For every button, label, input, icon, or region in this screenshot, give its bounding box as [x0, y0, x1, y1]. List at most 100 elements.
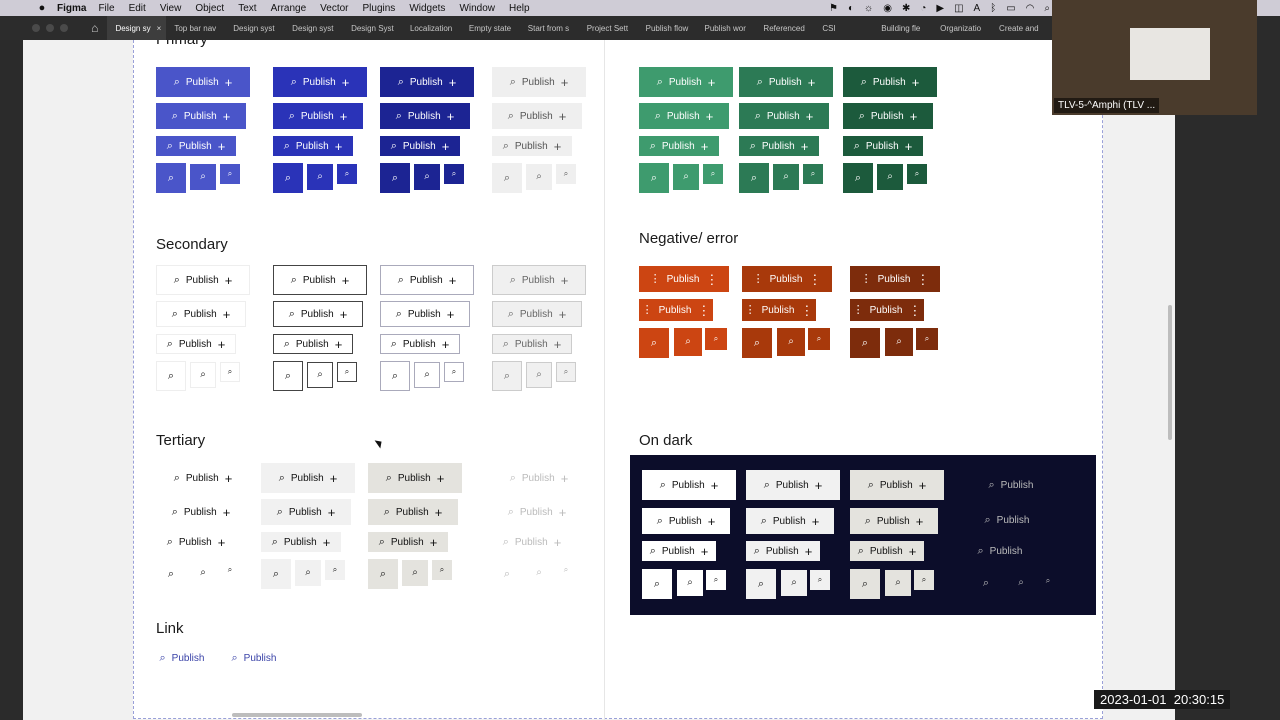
tab[interactable]: Project Sett	[579, 16, 638, 40]
menu-edit[interactable]: Edit	[129, 3, 146, 14]
status-icon[interactable]: ◔	[920, 3, 926, 14]
publish-button[interactable]: ⌕ Publish +	[156, 301, 246, 327]
publish-button[interactable]: ⌕ Publish	[976, 472, 1046, 498]
publish-button[interactable]: ⌕ Publish +	[492, 463, 586, 493]
publish-button[interactable]: ⌕	[526, 164, 552, 190]
publish-button[interactable]: ⌕ Publish +	[492, 532, 572, 552]
publish-button[interactable]: ⌕	[843, 163, 873, 193]
tab[interactable]: CSI	[814, 16, 873, 40]
publish-button[interactable]: ⌕	[742, 328, 772, 358]
menu-window[interactable]: Window	[459, 3, 495, 14]
publish-button[interactable]: ⌕ Publish +	[492, 265, 586, 295]
publish-button[interactable]: ⌕	[746, 569, 776, 599]
publish-button[interactable]: ⌕ Publish +	[843, 136, 923, 156]
publish-button[interactable]: ⌕ Publish +	[368, 532, 448, 552]
publish-button[interactable]: ⌕ Publish +	[261, 499, 351, 525]
publish-button[interactable]: ⌕ Publish +	[380, 265, 474, 295]
publish-button[interactable]: ⌕ Publish +	[850, 508, 938, 534]
publish-button[interactable]: ⌕ Publish +	[273, 301, 363, 327]
publish-button[interactable]: ⌕	[492, 163, 522, 193]
publish-button[interactable]: ⌕ Publish +	[273, 67, 367, 97]
publish-button[interactable]: ⋮ Publish ⋮	[742, 266, 832, 292]
publish-button[interactable]: ⌕	[1009, 571, 1033, 595]
status-icon[interactable]: ◫	[954, 3, 963, 14]
publish-button[interactable]: ⌕ Publish +	[273, 136, 353, 156]
publish-button[interactable]: ⌕ Publish +	[746, 541, 820, 561]
publish-button[interactable]: ⌕	[190, 164, 216, 190]
publish-button[interactable]: ⌕ Publish +	[843, 67, 937, 97]
tab[interactable]: Publish wor	[697, 16, 756, 40]
publish-button[interactable]: ⌕	[739, 163, 769, 193]
publish-button[interactable]: ⌕	[307, 164, 333, 190]
publish-button[interactable]: ⌕	[810, 570, 830, 590]
menu-view[interactable]: View	[160, 3, 182, 14]
publish-button[interactable]: ⌕	[885, 328, 913, 356]
minimize-window-button[interactable]	[46, 24, 54, 32]
publish-button[interactable]: ⌕ Publish +	[492, 103, 582, 129]
publish-button[interactable]: ⌕	[556, 164, 576, 184]
publish-button[interactable]: ⌕ Publish +	[273, 334, 353, 354]
publish-button[interactable]: ⌕ Publish	[970, 541, 1030, 561]
publish-button[interactable]: ⌕	[677, 570, 703, 596]
app-name[interactable]: Figma	[57, 3, 86, 14]
publish-button[interactable]: ⌕ Publish +	[156, 265, 250, 295]
publish-button[interactable]: ⌕	[907, 164, 927, 184]
status-icon[interactable]: A	[974, 3, 981, 14]
publish-button[interactable]: ⌕ Publish +	[746, 470, 840, 500]
publish-button[interactable]: ⌕	[220, 164, 240, 184]
status-icon[interactable]: ◉	[883, 3, 892, 14]
menu-widgets[interactable]: Widgets	[409, 3, 445, 14]
search-icon[interactable]: ⌕	[1044, 3, 1050, 14]
publish-button[interactable]: ⌕	[916, 328, 938, 350]
publish-button[interactable]: ⌕	[914, 570, 934, 590]
status-icon[interactable]: ▶	[936, 3, 944, 14]
publish-button[interactable]: ⌕	[444, 164, 464, 184]
publish-button[interactable]: ⋮ Publish ⋮	[850, 266, 940, 292]
publish-button[interactable]: ⌕ Publish +	[380, 103, 470, 129]
publish-button[interactable]: ⌕ Publish +	[380, 334, 460, 354]
publish-button[interactable]: ⌕	[414, 362, 440, 388]
publish-button[interactable]: ⌕	[380, 163, 410, 193]
publish-link[interactable]: ⌕ Publish	[224, 648, 284, 668]
publish-button[interactable]: ⌕	[973, 570, 999, 596]
tab[interactable]: Referenced	[755, 16, 814, 40]
publish-button[interactable]: ⌕	[808, 328, 830, 350]
publish-button[interactable]: ⌕	[273, 163, 303, 193]
battery-icon[interactable]: ▭	[1006, 3, 1015, 14]
publish-button[interactable]: ⌕	[368, 559, 398, 589]
publish-button[interactable]: ⌕	[639, 163, 669, 193]
publish-button[interactable]: ⌕ Publish +	[746, 508, 834, 534]
publish-button[interactable]: ⌕	[295, 560, 321, 586]
publish-button[interactable]: ⌕ Publish +	[639, 67, 733, 97]
publish-button[interactable]: ⌕	[492, 361, 522, 391]
publish-button[interactable]: ⌕ Publish +	[273, 265, 367, 295]
publish-button[interactable]: ⋮ Publish ⋮	[639, 299, 713, 321]
publish-button[interactable]: ⌕	[642, 569, 672, 599]
publish-button[interactable]: ⌕ Publish +	[739, 103, 829, 129]
close-window-button[interactable]	[32, 24, 40, 32]
publish-button[interactable]: ⌕	[220, 362, 240, 382]
publish-button[interactable]: ⌕ Publish +	[492, 301, 582, 327]
publish-button[interactable]: ⌕ Publish +	[850, 541, 924, 561]
publish-button[interactable]: ⌕	[777, 328, 805, 356]
tab[interactable]: Building fle	[873, 16, 932, 40]
status-icon[interactable]: ✱	[902, 3, 910, 14]
publish-button[interactable]: ⌕	[190, 560, 216, 586]
home-icon[interactable]: ⌂	[82, 21, 107, 35]
publish-button[interactable]: ⌕	[556, 362, 576, 382]
close-tab-icon[interactable]: ×	[157, 24, 162, 33]
tab[interactable]: Design Syst	[343, 16, 402, 40]
publish-button[interactable]: ⌕	[526, 362, 552, 388]
publish-button[interactable]: ⌕ Publish +	[492, 136, 572, 156]
publish-button[interactable]: ⌕ Publish +	[739, 67, 833, 97]
tab[interactable]: Design syst	[284, 16, 343, 40]
publish-button[interactable]: ⌕ Publish +	[261, 463, 355, 493]
publish-button[interactable]: ⌕	[885, 570, 911, 596]
publish-button[interactable]: ⌕ Publish +	[368, 499, 458, 525]
publish-button[interactable]: ⌕	[325, 560, 345, 580]
publish-button[interactable]: ⌕	[414, 164, 440, 190]
publish-button[interactable]: ⌕	[156, 559, 186, 589]
publish-button[interactable]: ⌕ Publish +	[156, 67, 250, 97]
publish-button[interactable]: ⌕	[220, 560, 240, 580]
tab[interactable]: Create and	[991, 16, 1050, 40]
